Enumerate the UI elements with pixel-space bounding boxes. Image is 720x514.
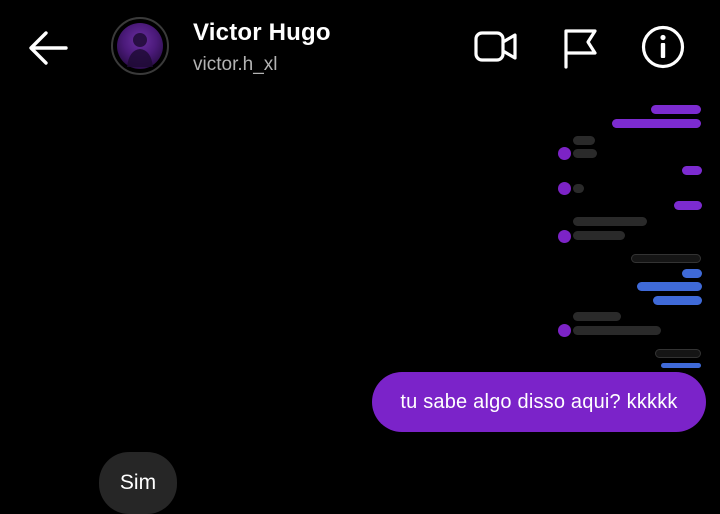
avatar-image (117, 23, 163, 69)
info-button[interactable] (640, 24, 686, 70)
flag-icon (564, 29, 597, 69)
mini-bubble (573, 184, 584, 193)
avatar-figure (127, 33, 153, 67)
mini-avatar (558, 324, 571, 337)
mini-bubble (682, 269, 702, 278)
mini-bubble (637, 282, 702, 291)
mini-avatar (558, 147, 571, 160)
mini-bubble (674, 201, 702, 210)
mini-bubble (631, 254, 701, 263)
mini-bubble (655, 349, 701, 358)
mini-bubble (661, 363, 701, 368)
chat-header: Victor Hugo victor.h_xl (0, 0, 720, 95)
received-message-bubble[interactable]: Sim (99, 452, 177, 514)
video-camera-icon (474, 31, 517, 62)
mini-avatar (558, 230, 571, 243)
video-call-button[interactable] (472, 24, 518, 70)
contact-username[interactable]: victor.h_xl (193, 54, 277, 76)
mini-bubble (573, 136, 595, 145)
contact-name[interactable]: Victor Hugo (193, 19, 331, 47)
mini-avatar (558, 182, 571, 195)
mini-bubble (573, 231, 625, 240)
info-icon (641, 25, 685, 69)
shared-screenshot-image[interactable] (557, 98, 705, 370)
mini-bubble (682, 166, 702, 175)
sent-message-bubble[interactable]: tu sabe algo disso aqui? kkkkk (372, 372, 706, 432)
mini-bubble (612, 119, 701, 128)
mini-bubble (651, 105, 701, 114)
mini-bubble (573, 149, 597, 158)
mini-bubble (573, 326, 661, 335)
message-text: Sim (119, 471, 157, 494)
arrow-left-icon (29, 31, 68, 65)
report-button[interactable] (558, 24, 604, 70)
avatar[interactable] (111, 17, 169, 75)
message-text: tu sabe algo disso aqui? kkkkk (400, 390, 678, 413)
back-button[interactable] (26, 28, 70, 68)
mini-bubble (573, 217, 647, 226)
mini-bubble (653, 296, 702, 305)
mini-bubble (573, 312, 621, 321)
